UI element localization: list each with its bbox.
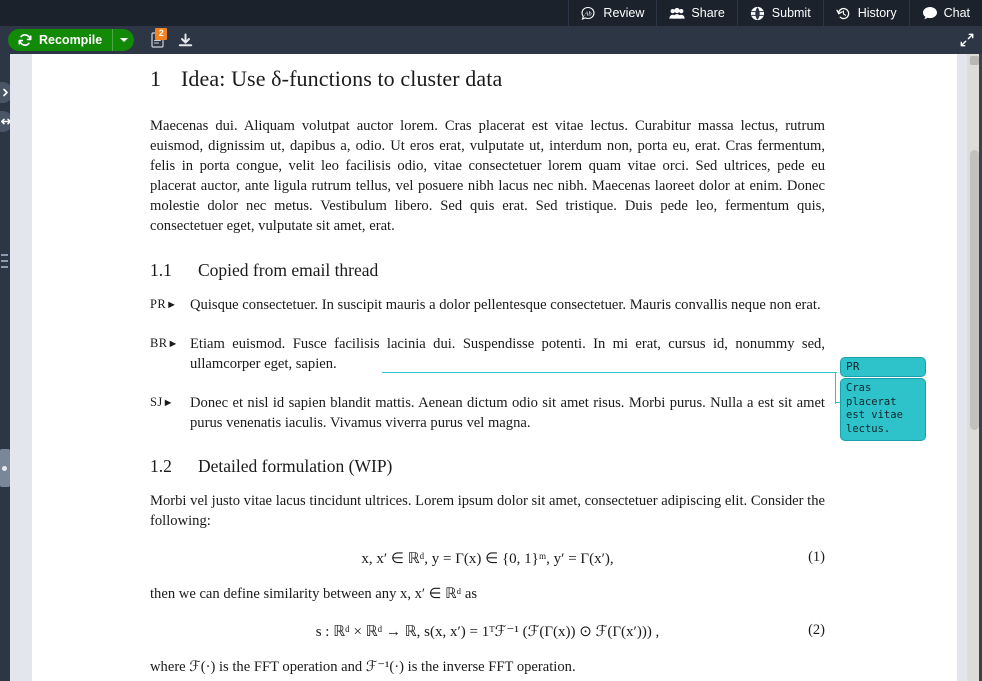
tag-text: PR [150, 297, 167, 311]
comment-text[interactable]: Cras placerat est vitae lectus. [840, 378, 926, 441]
list-item-text: Etiam euismod. Fusce facilisis lacinia d… [190, 335, 825, 373]
pdf-page: 1 Idea: Use δ-functions to cluster data M… [32, 54, 957, 681]
rail-mark [1, 254, 8, 256]
pdf-scrollbar-thumb[interactable] [970, 150, 979, 430]
after-equation-paragraph: where ℱ(·) is the FFT operation and ℱ⁻¹(… [150, 658, 576, 675]
equation-1: x, x′ ∈ ℝᵈ, y = Γ(x) ∈ {0, 1}ᵐ, y′ = Γ(x… [150, 549, 825, 568]
comment-connector-vertical [835, 372, 836, 404]
share-icon [669, 5, 686, 21]
nav-label-submit: Submit [771, 6, 811, 20]
list-item-tag: BR► [150, 334, 190, 351]
subsection-title-2: Detailed formulation (WIP) [198, 455, 393, 476]
nav-label-chat: Chat [943, 6, 970, 20]
compile-toolbar: Recompile 2 [0, 26, 982, 54]
triangle-bullet-icon: ► [162, 396, 174, 409]
history-icon [836, 5, 852, 21]
triangle-bullet-icon: ► [167, 337, 179, 350]
rail-mark [1, 266, 8, 268]
tag-text: BR [150, 335, 168, 350]
subsection-title-1: Copied from email thread [198, 260, 379, 280]
equation-2-body: s : ℝᵈ × ℝᵈ → ℝ, s(x, x′) = 1ᵀℱ⁻¹ (ℱ(Γ(x… [315, 623, 660, 640]
subsection-number-2: 1.2 [150, 455, 172, 476]
triangle-bullet-icon: ► [166, 299, 178, 311]
compile-logs-button[interactable]: 2 [148, 28, 168, 50]
subsection-heading-1: 1.1 Copied from email thread [150, 260, 825, 281]
svg-text:Ab: Ab [584, 11, 593, 18]
email-thread-list: PR► Quisque consectetuer. In suscipit ma… [150, 295, 825, 434]
comment-connector-horizontal [382, 372, 837, 373]
toolbar-icon-group: 2 [148, 28, 194, 50]
list-item: BR► Etiam euismod. Fusce facilisis lacin… [150, 334, 825, 375]
scrollbar-top-button[interactable] [970, 56, 979, 65]
equation-2-number: (2) [808, 621, 825, 638]
collapsed-sidebar-rail [0, 54, 10, 681]
list-item-text: Donec et nisl id sapien blandit mattis. … [190, 394, 825, 432]
tag-text: SJ [150, 394, 163, 409]
review-icon: Ab [581, 5, 597, 21]
submit-icon [750, 5, 766, 21]
subsection-number-1: 1.1 [150, 260, 172, 280]
equation-1-number: (1) [808, 548, 825, 565]
list-item-tag: SJ► [150, 393, 190, 410]
recompile-dropdown-toggle[interactable] [112, 29, 134, 51]
file-tree-marks [0, 254, 10, 276]
list-item: PR► Quisque consectetuer. In suscipit ma… [150, 295, 825, 316]
subsection-heading-2: 1.2 Detailed formulation (WIP) [150, 456, 825, 477]
chevron-down-icon [119, 38, 128, 42]
list-item: SJ► Donec et nisl id sapien blandit matt… [150, 393, 825, 434]
recompile-group: Recompile [8, 29, 135, 51]
comment-bubble[interactable]: PR Cras placerat est vitae lectus. [840, 357, 926, 441]
chevron-right-icon [3, 88, 8, 97]
recompile-button[interactable]: Recompile [8, 29, 112, 51]
viewer-right-margin [957, 54, 967, 681]
chat-icon [922, 5, 938, 21]
nav-label-share: Share [691, 6, 725, 20]
logs-count-badge: 2 [155, 28, 168, 40]
nav-label-history: History [857, 6, 897, 20]
handle-grip-dot [2, 466, 7, 471]
refresh-icon [17, 32, 33, 48]
list-item-tag: PR► [150, 295, 190, 312]
rail-mark [1, 260, 8, 262]
download-pdf-button[interactable] [176, 30, 194, 50]
nav-item-share[interactable]: Share [656, 0, 736, 26]
nav-item-review[interactable]: Ab Review [568, 0, 656, 26]
formulation-paragraph: Morbi vel justo vitae lacus tincidunt ul… [150, 492, 825, 529]
pdf-viewer[interactable]: 1 Idea: Use δ-functions to cluster data M… [32, 54, 957, 681]
document-content: 1 Idea: Use δ-functions to cluster data M… [150, 66, 825, 681]
comment-author[interactable]: PR [840, 357, 926, 377]
top-navigation-bar: Ab Review Share Submit History Chat [0, 0, 982, 26]
section-heading: 1 Idea: Use δ-functions to cluster data [150, 66, 825, 92]
intro-paragraph: Maecenas dui. Aliquam volutpat auctor lo… [150, 118, 825, 234]
nav-item-history[interactable]: History [822, 0, 909, 26]
between-equations-paragraph: then we can define similarity between an… [150, 585, 478, 602]
sidebar-resize-handle[interactable] [0, 449, 10, 487]
section-number: 1 [150, 66, 162, 91]
recompile-label: Recompile [39, 33, 103, 47]
list-item-text: Quisque consectetuer. In suscipit mauris… [190, 297, 821, 313]
expand-viewer-button[interactable] [960, 26, 974, 54]
section-title: Idea: Use δ-functions to cluster data [181, 66, 503, 91]
equation-2: s : ℝᵈ × ℝᵈ → ℝ, s(x, x′) = 1ᵀℱ⁻¹ (ℱ(Γ(x… [150, 622, 825, 641]
nav-label-review: Review [603, 6, 645, 20]
equation-1-body: x, x′ ∈ ℝᵈ, y = Γ(x) ∈ {0, 1}ᵐ, y′ = Γ(x… [361, 550, 614, 567]
nav-item-chat[interactable]: Chat [908, 0, 982, 26]
nav-item-submit[interactable]: Submit [736, 0, 823, 26]
viewer-left-margin [10, 54, 32, 681]
